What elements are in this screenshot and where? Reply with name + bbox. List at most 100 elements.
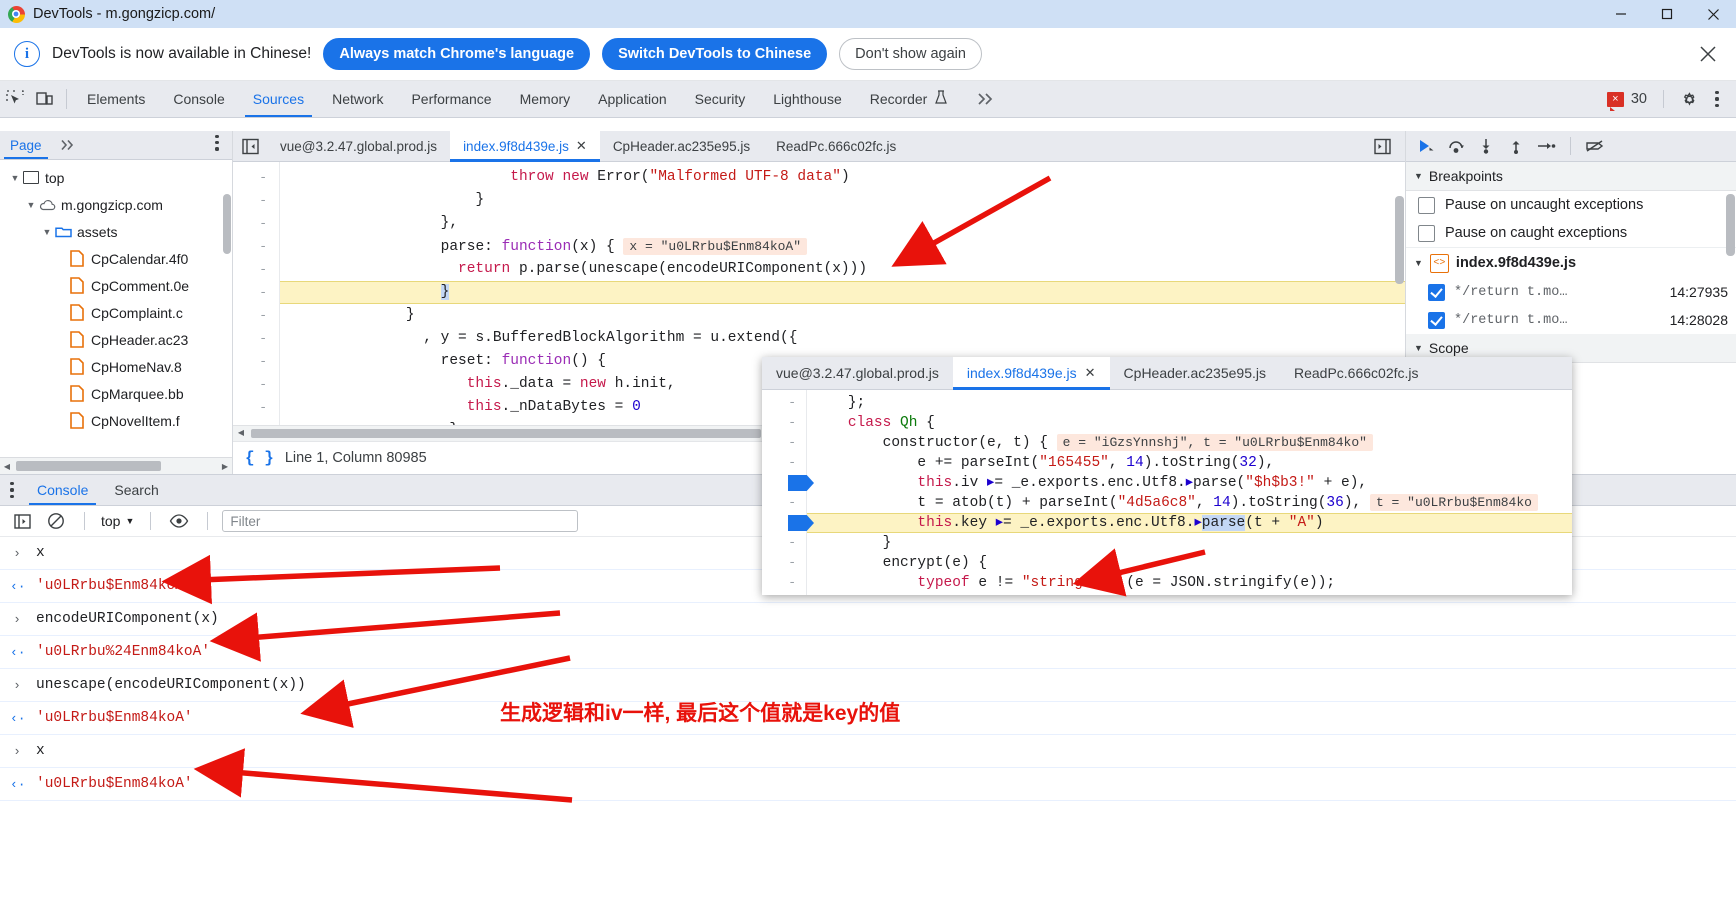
checkbox[interactable] <box>1428 283 1445 301</box>
console-output-row[interactable]: ‹· 'u0LRrbu%24Enm84koA' <box>0 636 1736 669</box>
tree-item-file[interactable]: CpHeader.ac23 <box>0 326 232 353</box>
deactivate-breakpoints-icon[interactable] <box>1581 134 1609 158</box>
file-icon <box>68 304 86 321</box>
step-out-icon[interactable] <box>1502 134 1530 158</box>
show-debugger-icon[interactable] <box>1365 138 1399 155</box>
gear-icon[interactable] <box>1674 90 1704 109</box>
close-icon[interactable]: ✕ <box>576 138 587 154</box>
tree-item-file[interactable]: CpMarquee.bb <box>0 380 232 407</box>
js-file-icon: <> <box>1429 253 1449 273</box>
chevron-down-icon[interactable]: ▼ <box>1414 171 1423 181</box>
tab-security[interactable]: Security <box>681 81 760 117</box>
drawer-tab-console[interactable]: Console <box>24 475 101 505</box>
triangle-right-icon[interactable]: ▶ <box>218 462 232 471</box>
overlay-tab-cpheader[interactable]: CpHeader.ac235e95.js <box>1110 357 1280 389</box>
tree-item-file[interactable]: CpComment.0e <box>0 272 232 299</box>
console-input-row[interactable]: › x <box>0 735 1736 768</box>
chevron-down-icon[interactable]: ▼ <box>40 227 54 237</box>
overlay-tab-readpc[interactable]: ReadPc.666c02fc.js <box>1280 357 1433 389</box>
live-expression-icon[interactable] <box>165 509 193 533</box>
overlay-tab-vue[interactable]: vue@3.2.47.global.prod.js <box>762 357 953 389</box>
console-sidebar-icon[interactable] <box>8 509 36 533</box>
tab-memory[interactable]: Memory <box>506 81 585 117</box>
filter-input[interactable]: Filter <box>222 510 579 532</box>
tree-item-assets[interactable]: ▼ assets <box>0 218 232 245</box>
tree-item-top[interactable]: ▼ top <box>0 164 232 191</box>
chevron-down-icon[interactable]: ▼ <box>8 173 22 183</box>
dont-show-again-button[interactable]: Don't show again <box>839 38 982 70</box>
divider <box>1570 137 1571 155</box>
console-result: 'u0LRrbu%24Enm84koA' <box>36 644 211 660</box>
gutter-mark: - <box>788 555 796 570</box>
tab-recorder[interactable]: Recorder <box>856 81 963 117</box>
breakpoints-section-header[interactable]: ▼ Breakpoints <box>1406 162 1736 191</box>
tab-performance[interactable]: Performance <box>397 81 505 117</box>
navigator-scrollbar[interactable] <box>223 194 231 254</box>
breakpoint-row[interactable]: */return t.mo… 14:27935 <box>1406 278 1736 306</box>
step-over-icon[interactable] <box>1442 134 1470 158</box>
tree-item-file[interactable]: CpNovelItem.f <box>0 407 232 434</box>
tree-item-domain[interactable]: ▼ m.gongzicp.com <box>0 191 232 218</box>
inspect-element-icon[interactable] <box>0 81 30 117</box>
chevron-down-icon[interactable]: ▼ <box>1414 258 1423 268</box>
execution-context-selector[interactable]: top ▼ <box>99 513 136 529</box>
pause-caught-row[interactable]: Pause on caught exceptions <box>1406 219 1736 247</box>
console-input-row[interactable]: › encodeURIComponent(x) <box>0 603 1736 636</box>
device-toolbar-icon[interactable] <box>30 81 60 117</box>
clear-console-icon[interactable] <box>42 509 70 533</box>
kebab-menu-icon[interactable] <box>206 135 228 151</box>
tree-item-file[interactable]: CpComplaint.c <box>0 299 232 326</box>
always-match-language-button[interactable]: Always match Chrome's language <box>323 38 591 70</box>
pause-uncaught-row[interactable]: Pause on uncaught exceptions <box>1406 191 1736 219</box>
pretty-print-icon[interactable]: { } <box>245 449 274 467</box>
close-icon[interactable] <box>1696 42 1720 66</box>
chevron-down-icon[interactable]: ▼ <box>24 200 38 210</box>
checkbox[interactable] <box>1418 224 1435 242</box>
checkbox[interactable] <box>1428 311 1445 329</box>
triangle-left-icon[interactable]: ◀ <box>0 462 14 471</box>
editor-tab-cpheader[interactable]: CpHeader.ac235e95.js <box>600 131 763 161</box>
tree-item-file[interactable]: CpCalendar.4f0 <box>0 245 232 272</box>
show-navigator-icon[interactable] <box>233 131 267 161</box>
editor-tab-index[interactable]: index.9f8d439e.js ✕ <box>450 131 600 162</box>
checkbox[interactable] <box>1418 196 1435 214</box>
breakpoint-file-group[interactable]: ▼ <> index.9f8d439e.js <box>1406 247 1736 278</box>
resume-icon[interactable] <box>1412 134 1440 158</box>
tab-console[interactable]: Console <box>159 81 238 117</box>
console-output-row[interactable]: ‹· 'u0LRrbu$Enm84koA' <box>0 768 1736 801</box>
step-icon[interactable] <box>1532 134 1560 158</box>
editor-tab-readpc[interactable]: ReadPc.666c02fc.js <box>763 131 909 161</box>
code-line: throw new Error("Malformed UTF-8 data") <box>510 169 850 185</box>
kebab-menu-icon[interactable] <box>0 475 24 505</box>
divider <box>84 512 85 530</box>
more-tabs-button[interactable] <box>962 81 1008 117</box>
navigator-horizontal-scrollbar[interactable]: ◀ ▶ <box>0 457 232 474</box>
triangle-left-icon[interactable]: ◀ <box>235 428 247 437</box>
error-badge[interactable]: × 30 <box>1606 91 1647 111</box>
overlay-tab-index[interactable]: index.9f8d439e.js ✕ <box>952 357 1110 390</box>
chevron-double-right-icon[interactable] <box>52 131 84 159</box>
drawer-tab-search[interactable]: Search <box>101 475 171 505</box>
maximize-icon[interactable] <box>1644 0 1690 28</box>
editor-tab-vue[interactable]: vue@3.2.47.global.prod.js <box>267 131 450 161</box>
breakpoint-row[interactable]: */return t.mo… 14:28028 <box>1406 306 1736 334</box>
switch-to-chinese-button[interactable]: Switch DevTools to Chinese <box>602 38 828 70</box>
kebab-menu-icon[interactable] <box>1706 91 1728 107</box>
tab-application[interactable]: Application <box>584 81 681 117</box>
debugger-scrollbar[interactable] <box>1726 194 1735 256</box>
chevron-down-icon[interactable]: ▼ <box>1414 343 1423 353</box>
tab-elements[interactable]: Elements <box>73 81 159 117</box>
tab-network[interactable]: Network <box>318 81 397 117</box>
close-icon[interactable] <box>1690 0 1736 28</box>
step-into-icon[interactable] <box>1472 134 1500 158</box>
tab-lighthouse[interactable]: Lighthouse <box>759 81 856 117</box>
editor-scrollbar[interactable] <box>1395 196 1404 284</box>
close-icon[interactable]: ✕ <box>1085 365 1096 381</box>
minimize-icon[interactable] <box>1598 0 1644 28</box>
navigator-tab-page[interactable]: Page <box>0 131 52 159</box>
tree-item-label: CpNovelItem.f <box>91 412 180 429</box>
tab-sources[interactable]: Sources <box>239 81 318 117</box>
overlay-code-editor[interactable]: - - - - - - - - - - }; class Qh { constructor(e, … <box>762 390 1572 595</box>
gutter-mark: - <box>762 473 814 493</box>
tree-item-file[interactable]: CpHomeNav.8 <box>0 353 232 380</box>
